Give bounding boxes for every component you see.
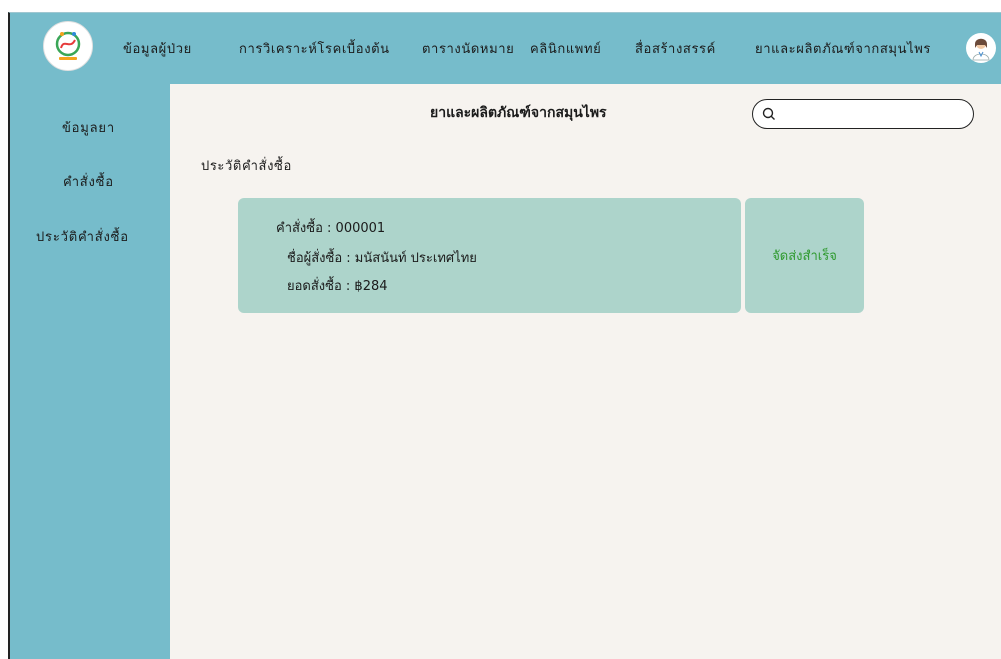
search-icon bbox=[762, 107, 775, 120]
nav-item-creative-media[interactable]: สื่อสร้างสรรค์ bbox=[635, 38, 716, 59]
nav-item-clinic[interactable]: คลินิกแพทย์ bbox=[530, 38, 601, 59]
app-window: ข้อมูลผู้ป่วย การวิเคราะห์โรคเบื้องต้น ต… bbox=[8, 12, 1001, 659]
app-logo-icon[interactable] bbox=[43, 21, 93, 71]
search-box[interactable] bbox=[752, 99, 974, 129]
order-card[interactable]: คำสั่งซื้อ : 000001 ชื่อผู้สั่งซื้อ : มน… bbox=[238, 198, 741, 313]
sidebar-item-orders[interactable]: คำสั่งซื้อ bbox=[63, 171, 114, 192]
nav-item-diagnosis[interactable]: การวิเคราะห์โรคเบื้องต้น bbox=[239, 38, 390, 59]
order-buyer: ชื่อผู้สั่งซื้อ : มนัสนันท์ ประเทศไทย bbox=[287, 251, 477, 266]
section-title: ประวัติคำสั่งซื้อ bbox=[201, 159, 292, 174]
sidebar-item-order-history[interactable]: ประวัติคำสั่งซื้อ bbox=[36, 226, 129, 247]
order-status-card: จัดส่งสำเร็จ bbox=[745, 198, 864, 313]
sidebar-item-drug-info[interactable]: ข้อมูลยา bbox=[62, 117, 115, 138]
doctor-avatar-icon[interactable] bbox=[966, 33, 996, 63]
page-title: ยาและผลิตภัณฑ์จากสมุนไพร bbox=[430, 105, 607, 121]
nav-item-herbal-products[interactable]: ยาและผลิตภัณฑ์จากสมุนไพร bbox=[755, 38, 931, 59]
top-navbar: ข้อมูลผู้ป่วย การวิเคราะห์โรคเบื้องต้น ต… bbox=[10, 13, 1001, 84]
nav-item-patient-info[interactable]: ข้อมูลผู้ป่วย bbox=[123, 38, 192, 59]
sidebar: ข้อมูลยา คำสั่งซื้อ ประวัติคำสั่งซื้อ bbox=[10, 84, 170, 659]
top-strip bbox=[0, 0, 1001, 12]
nav-item-appointments[interactable]: ตารางนัดหมาย bbox=[422, 38, 514, 59]
order-status: จัดส่งสำเร็จ bbox=[772, 249, 837, 264]
search-input[interactable] bbox=[783, 105, 967, 125]
order-total: ยอดสั่งซื้อ : ฿284 bbox=[287, 279, 388, 294]
order-number: คำสั่งซื้อ : 000001 bbox=[276, 221, 386, 236]
